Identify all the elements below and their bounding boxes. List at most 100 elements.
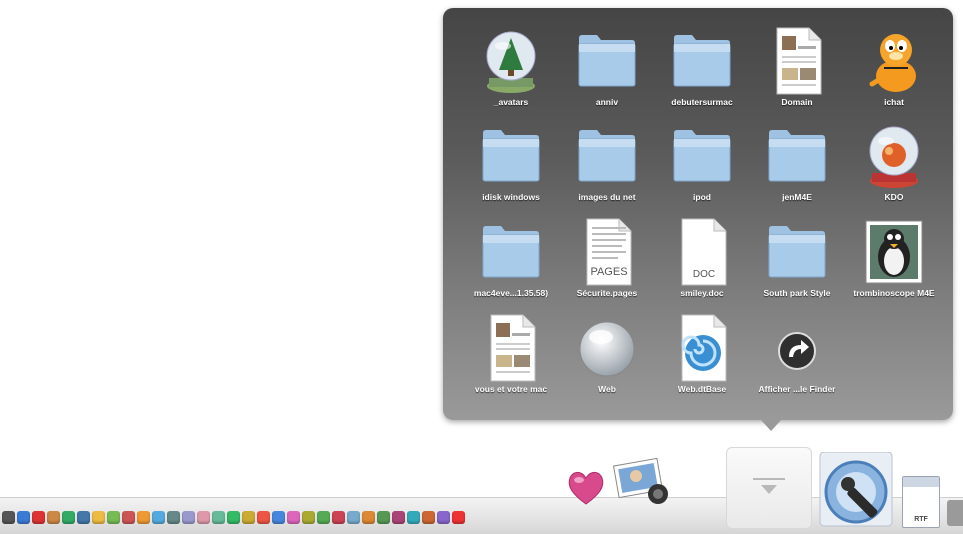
stack-item-label: _avatars <box>493 97 529 107</box>
heart-app-icon[interactable] <box>566 468 606 506</box>
garfield-icon <box>862 26 926 96</box>
stack-item-label: ichat <box>884 97 904 107</box>
stack-item-label: Web <box>598 384 616 394</box>
dock-app-icon[interactable] <box>302 511 315 524</box>
dock-app-icon[interactable] <box>392 511 405 524</box>
dock-app-icon[interactable] <box>107 511 120 524</box>
dock-app-icon[interactable] <box>227 511 240 524</box>
stack-item[interactable]: Web.dtBase <box>652 309 752 401</box>
dock-app-icon[interactable] <box>167 511 180 524</box>
dock-app-icon[interactable] <box>92 511 105 524</box>
stack-item-label: jenM4E <box>782 192 812 202</box>
stack-item-label: mac4eve...1.35.58) <box>473 288 549 298</box>
dock-app-icon[interactable] <box>62 511 75 524</box>
snow-globe-icon <box>479 26 543 96</box>
stack-item[interactable]: jenM4E <box>747 117 847 209</box>
dock-app-icon[interactable] <box>2 511 15 524</box>
stack-item[interactable]: Afficher ...le Finder <box>747 309 847 401</box>
arrow-circle-icon <box>765 313 829 383</box>
folder-icon <box>765 121 829 191</box>
stack-popup-pointer <box>760 419 782 431</box>
dock-app-icon[interactable] <box>122 511 135 524</box>
web-sphere-icon <box>575 313 639 383</box>
stack-item-label: smiley.doc <box>680 288 724 298</box>
keychain-access-icon[interactable] <box>818 452 894 528</box>
stack-item[interactable]: trombinoscope M4E <box>844 213 944 305</box>
document-preview-icon <box>479 313 543 383</box>
dock-app-icon[interactable] <box>287 511 300 524</box>
rtf-label: RTF <box>914 516 928 523</box>
dock-app-icon[interactable] <box>347 511 360 524</box>
stack-item[interactable]: mac4eve...1.35.58) <box>461 213 561 305</box>
stack-item[interactable]: ichat <box>844 22 944 114</box>
dock-app-icon[interactable] <box>197 511 210 524</box>
dock-app-icon[interactable] <box>332 511 345 524</box>
stack-item-label: debutersurmac <box>671 97 733 107</box>
rtf-document-icon[interactable]: RTF <box>902 476 940 528</box>
stack-item-label: Web.dtBase <box>677 384 727 394</box>
stack-item[interactable]: South park Style <box>747 213 847 305</box>
stack-item[interactable]: KDO <box>844 117 944 209</box>
dock-app-icon[interactable] <box>437 511 450 524</box>
iphoto-icon[interactable] <box>606 458 676 506</box>
folder-icon <box>765 217 829 287</box>
stack-item[interactable]: anniv <box>557 22 657 114</box>
dock-app-icon[interactable] <box>32 511 45 524</box>
stack-item[interactable]: Web <box>557 309 657 401</box>
folder-icon <box>479 217 543 287</box>
pages-document-icon: PAGES <box>575 217 639 287</box>
stack-item-label: Domain <box>781 97 813 107</box>
folder-icon <box>575 121 639 191</box>
dock-app-icon[interactable] <box>17 511 30 524</box>
stack-item-label: KDO <box>884 192 904 202</box>
dock-app-icon[interactable] <box>152 511 165 524</box>
stack-item[interactable]: _avatars <box>461 22 561 114</box>
folder-icon <box>479 121 543 191</box>
dock-app-icon[interactable] <box>137 511 150 524</box>
stack-item[interactable]: vous et votre mac <box>461 309 561 401</box>
stack-item[interactable]: Domain <box>747 22 847 114</box>
stack-item-label: Sécurite.pages <box>576 288 638 298</box>
stack-item[interactable]: idisk windows <box>461 117 561 209</box>
stack-item-label: South park Style <box>763 288 831 298</box>
stack-item-label: trombinoscope M4E <box>853 288 935 298</box>
stack-item-label: images du net <box>578 192 636 202</box>
stack-item-label: ipod <box>693 192 711 202</box>
stack-item-label: Afficher ...le Finder <box>758 384 836 394</box>
stack-item[interactable]: DOC smiley.doc <box>652 213 752 305</box>
dock-app-icon[interactable] <box>47 511 60 524</box>
svg-text:PAGES: PAGES <box>590 266 627 278</box>
dock-app-icon[interactable] <box>407 511 420 524</box>
dock-app-icon[interactable] <box>362 511 375 524</box>
spiral-shell-icon <box>670 313 734 383</box>
trash-icon[interactable] <box>947 500 963 526</box>
stack-item[interactable]: PAGES Sécurite.pages <box>557 213 657 305</box>
dock-app-icon[interactable] <box>257 511 270 524</box>
svg-text:DOC: DOC <box>693 269 715 280</box>
dock-app-icon[interactable] <box>452 511 465 524</box>
dock-app-icon[interactable] <box>182 511 195 524</box>
snow-globe-red-icon <box>862 121 926 191</box>
stack-item[interactable]: images du net <box>557 117 657 209</box>
stack-item-label: idisk windows <box>482 192 540 202</box>
folder-icon <box>670 121 734 191</box>
dock-app-icon[interactable] <box>272 511 285 524</box>
dock-app-icon[interactable] <box>422 511 435 524</box>
dock-stack-icon[interactable] <box>726 447 812 529</box>
doc-document-icon: DOC <box>670 217 734 287</box>
dock-app-icon[interactable] <box>212 511 225 524</box>
stack-item[interactable]: debutersurmac <box>652 22 752 114</box>
stack-item[interactable]: ipod <box>652 117 752 209</box>
stack-item-label: vous et votre mac <box>474 384 548 394</box>
dock-app-icon[interactable] <box>242 511 255 524</box>
folder-icon <box>575 26 639 96</box>
dock-app-icon[interactable] <box>317 511 330 524</box>
folder-icon <box>670 26 734 96</box>
dock-app-icon[interactable] <box>377 511 390 524</box>
document-preview-icon <box>765 26 829 96</box>
penguin-picture-icon <box>862 217 926 287</box>
stack-item-label: anniv <box>595 97 619 107</box>
dock-small-icons <box>2 508 465 528</box>
chevron-down-icon <box>753 478 785 494</box>
dock-app-icon[interactable] <box>77 511 90 524</box>
